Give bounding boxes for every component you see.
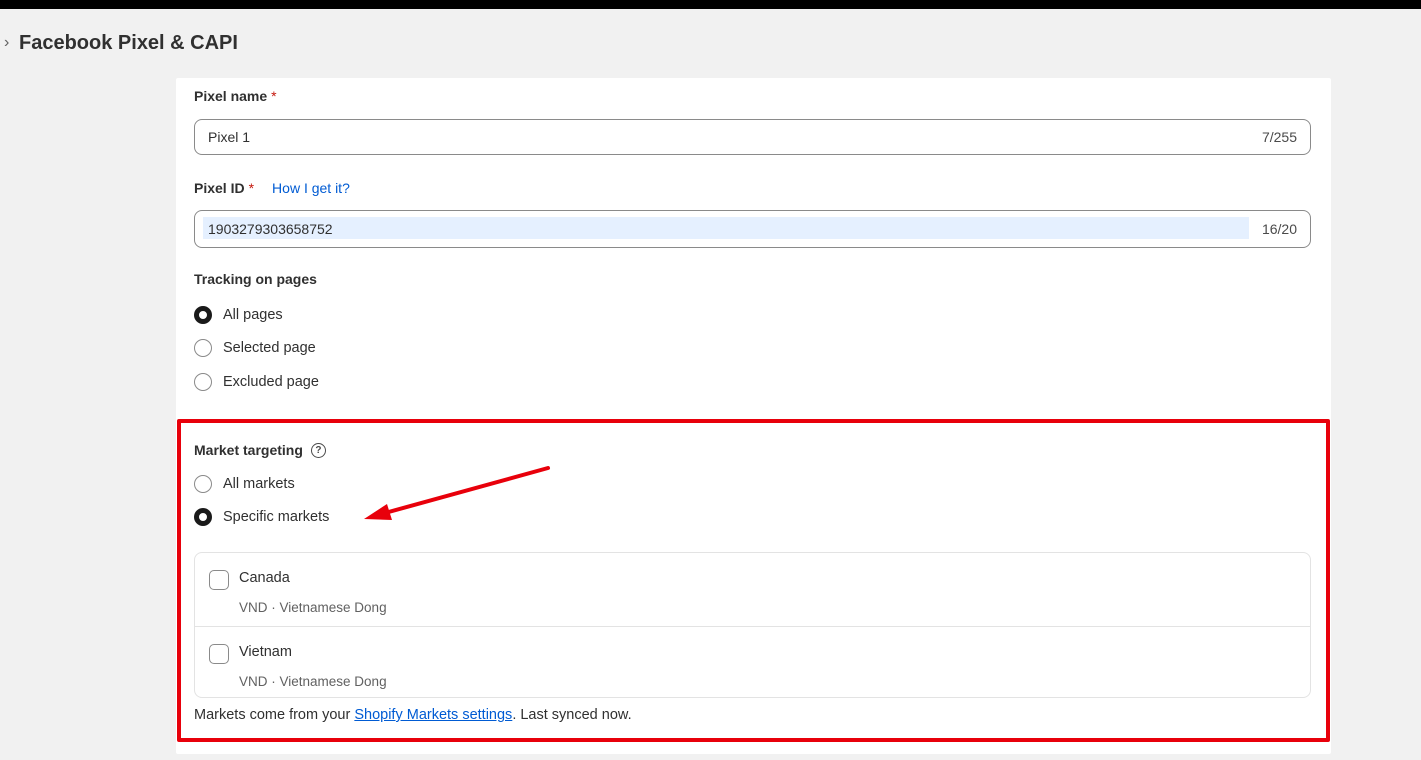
annotation-arrow-icon — [364, 466, 550, 520]
